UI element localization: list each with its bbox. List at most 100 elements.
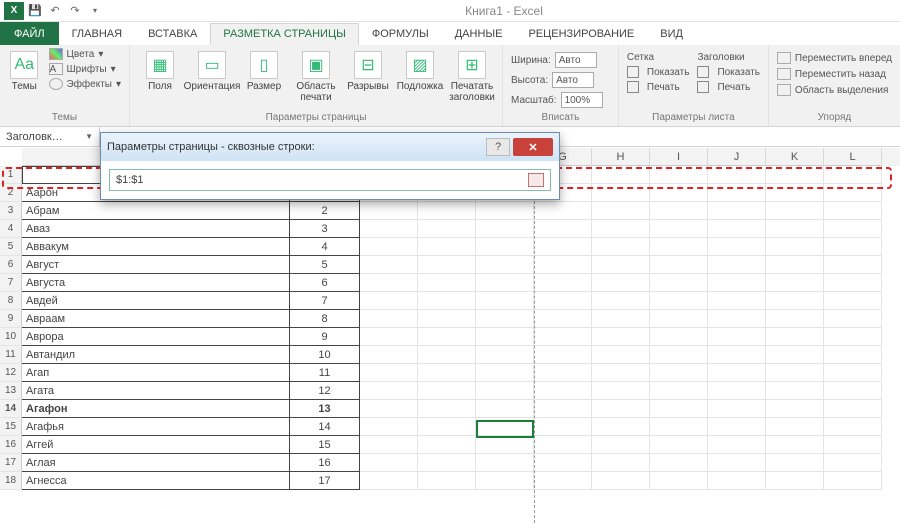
cell[interactable] [360, 382, 418, 400]
cell[interactable] [708, 364, 766, 382]
cell[interactable] [592, 256, 650, 274]
cell[interactable] [360, 328, 418, 346]
cell-name[interactable]: Август [22, 256, 290, 274]
cell[interactable] [418, 292, 476, 310]
margins-button[interactable]: ▦Поля [136, 47, 184, 112]
cell[interactable] [824, 256, 882, 274]
cell[interactable] [650, 310, 708, 328]
cell-number[interactable]: 12 [290, 382, 360, 400]
tab-insert[interactable]: ВСТАВКА [135, 23, 210, 45]
cell[interactable] [766, 436, 824, 454]
cell-name[interactable]: Агнесса [22, 472, 290, 490]
cell[interactable] [650, 472, 708, 490]
print-titles-button[interactable]: ⊞Печатать заголовки [448, 47, 496, 112]
cell[interactable] [824, 220, 882, 238]
cell[interactable] [824, 238, 882, 256]
cell[interactable] [824, 328, 882, 346]
cell[interactable] [592, 382, 650, 400]
cell[interactable] [360, 454, 418, 472]
cell[interactable] [418, 256, 476, 274]
cell[interactable] [534, 400, 592, 418]
cell-number[interactable]: 7 [290, 292, 360, 310]
col-header-K[interactable]: K [766, 148, 824, 166]
cell[interactable] [766, 454, 824, 472]
cell[interactable] [766, 382, 824, 400]
cell-number[interactable]: 2 [290, 202, 360, 220]
cell-name[interactable]: Автандил [22, 346, 290, 364]
cell[interactable] [766, 364, 824, 382]
row-header[interactable]: 15 [0, 418, 22, 436]
cell[interactable] [534, 382, 592, 400]
cell[interactable] [766, 238, 824, 256]
cell[interactable] [708, 256, 766, 274]
cell[interactable] [418, 472, 476, 490]
cell[interactable] [592, 274, 650, 292]
cell[interactable] [360, 310, 418, 328]
cell[interactable] [592, 454, 650, 472]
spreadsheet-grid[interactable]: G H I J K L 1 Имена Номер 2Аарон13Абрам2… [0, 148, 900, 523]
cell[interactable] [766, 310, 824, 328]
cell-name[interactable]: Аваз [22, 220, 290, 238]
cell[interactable] [360, 400, 418, 418]
gridlines-show-checkbox[interactable]: Показать [625, 65, 692, 79]
cell[interactable] [824, 184, 882, 202]
cell[interactable] [534, 256, 592, 274]
cell[interactable] [708, 382, 766, 400]
cell[interactable] [708, 274, 766, 292]
row-header[interactable]: 14 [0, 400, 22, 418]
cell-number[interactable]: 15 [290, 436, 360, 454]
cell-name[interactable]: Авдей [22, 292, 290, 310]
cell[interactable] [476, 238, 534, 256]
cell[interactable] [650, 382, 708, 400]
cell[interactable] [766, 274, 824, 292]
cell-number[interactable]: 6 [290, 274, 360, 292]
tab-review[interactable]: РЕЦЕНЗИРОВАНИЕ [515, 23, 647, 45]
cell[interactable] [650, 436, 708, 454]
cell[interactable] [476, 382, 534, 400]
cell[interactable] [592, 472, 650, 490]
cell[interactable] [650, 328, 708, 346]
cell[interactable] [476, 292, 534, 310]
cell[interactable] [766, 202, 824, 220]
cell[interactable] [418, 364, 476, 382]
scale-control[interactable]: Масштаб: 100% [509, 91, 612, 109]
cell[interactable] [592, 400, 650, 418]
cell[interactable] [592, 220, 650, 238]
row-header[interactable]: 16 [0, 436, 22, 454]
cell[interactable] [824, 472, 882, 490]
cell-name[interactable]: Агафон [22, 400, 290, 418]
cell[interactable] [476, 436, 534, 454]
cell[interactable] [418, 328, 476, 346]
cell[interactable] [766, 400, 824, 418]
cell[interactable] [766, 328, 824, 346]
cell-name[interactable]: Агафья [22, 418, 290, 436]
rows-to-repeat-input[interactable]: $1:$1 [109, 169, 551, 191]
cell[interactable] [592, 184, 650, 202]
row-header[interactable]: 9 [0, 310, 22, 328]
cell[interactable] [476, 256, 534, 274]
tab-file[interactable]: ФАЙЛ [0, 22, 59, 45]
cell[interactable] [418, 418, 476, 436]
cell-name[interactable]: Авраам [22, 310, 290, 328]
fonts-button[interactable]: AШрифты ▾ [47, 62, 124, 76]
row-header[interactable]: 6 [0, 256, 22, 274]
cell[interactable] [360, 220, 418, 238]
cell[interactable] [824, 364, 882, 382]
col-header-L[interactable]: L [824, 148, 882, 166]
cell[interactable] [650, 418, 708, 436]
cell[interactable] [592, 436, 650, 454]
size-button[interactable]: ▯Размер [240, 47, 288, 112]
save-icon[interactable]: 💾 [26, 2, 44, 20]
cell[interactable] [534, 310, 592, 328]
cell[interactable] [360, 238, 418, 256]
headings-print-checkbox[interactable]: Печать [695, 80, 762, 94]
cell[interactable] [708, 166, 766, 184]
dialog-titlebar[interactable]: Параметры страницы - сквозные строки: ? … [101, 133, 559, 161]
cell[interactable] [592, 202, 650, 220]
colors-button[interactable]: Цвета ▾ [47, 47, 124, 61]
row-header[interactable]: 7 [0, 274, 22, 292]
name-box[interactable]: Заголовк… ▼ [0, 127, 100, 147]
cell[interactable] [534, 364, 592, 382]
cell[interactable] [592, 364, 650, 382]
row-header[interactable]: 8 [0, 292, 22, 310]
